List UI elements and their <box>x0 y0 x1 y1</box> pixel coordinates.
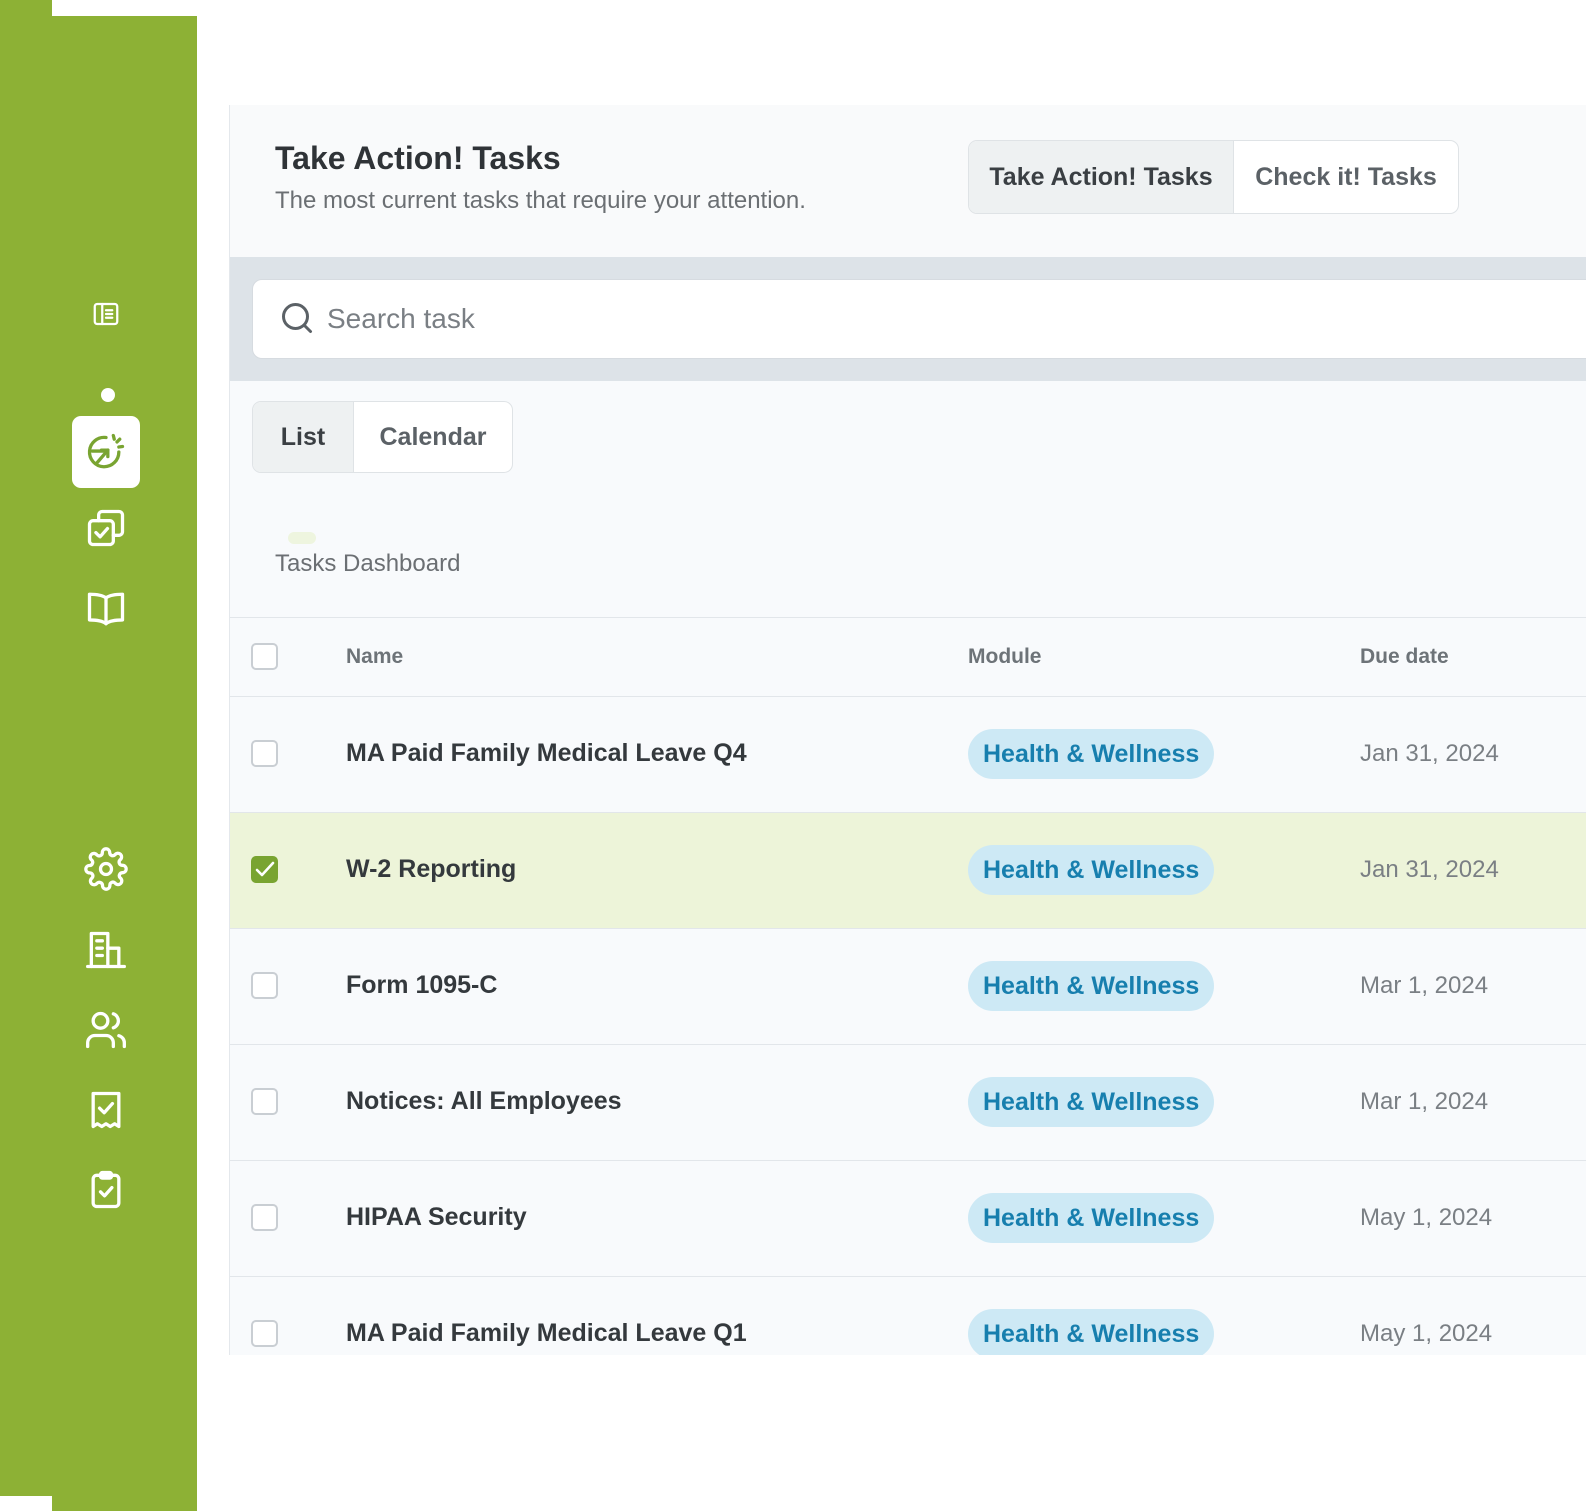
users-icon <box>86 1011 126 1049</box>
task-name: MA Paid Family Medical Leave Q4 <box>346 739 747 767</box>
tab-list[interactable]: List <box>253 402 353 472</box>
module-badge: Health & Wellness <box>968 1193 1215 1243</box>
table-header: Name Module Due date <box>230 617 1586 697</box>
task-type-switcher: Take Action! Tasks Check it! Tasks <box>968 140 1459 214</box>
table-row[interactable]: HIPAA Security Health & Wellness May 1, … <box>230 1161 1586 1277</box>
sidebar-notch <box>52 0 197 16</box>
row-checkbox[interactable] <box>251 972 278 999</box>
nav-take-action[interactable] <box>72 416 140 488</box>
search-box <box>252 279 1586 359</box>
due-date: Jan 31, 2024 <box>1360 856 1499 883</box>
nav-employees[interactable] <box>72 996 140 1064</box>
search-bar-area <box>230 257 1586 381</box>
column-header-name[interactable]: Name <box>346 645 403 669</box>
dashboard-label: Tasks Dashboard <box>275 550 461 577</box>
dashboard-pill <box>288 532 316 544</box>
due-date: May 1, 2024 <box>1360 1204 1493 1231</box>
due-date: May 1, 2024 <box>1360 1320 1493 1347</box>
module-badge: Health & Wellness <box>968 1077 1215 1127</box>
task-name: HIPAA Security <box>346 1203 527 1231</box>
search-icon <box>282 303 312 333</box>
table-row[interactable]: Form 1095-C Health & Wellness Mar 1, 202… <box>230 929 1586 1045</box>
column-header-due-date[interactable]: Due date <box>1360 645 1449 669</box>
nav-indicator-dot <box>101 388 115 402</box>
module-badge: Health & Wellness <box>968 1309 1215 1355</box>
due-date: Jan 31, 2024 <box>1360 740 1499 767</box>
table-row[interactable]: Notices: All Employees Health & Wellness… <box>230 1045 1586 1161</box>
select-all-checkbox[interactable] <box>251 643 278 670</box>
take-action-icon <box>87 433 125 469</box>
task-name: MA Paid Family Medical Leave Q1 <box>346 1319 747 1347</box>
document-list-icon <box>93 302 119 326</box>
book-icon <box>87 592 125 626</box>
table-row[interactable]: W-2 Reporting Health & Wellness Jan 31, … <box>230 813 1586 929</box>
due-date: Mar 1, 2024 <box>1360 972 1489 999</box>
sidebar-notch-bottom <box>0 1496 52 1511</box>
nav-library[interactable] <box>72 574 140 642</box>
page-title: Take Action! Tasks <box>275 140 561 176</box>
tab-calendar[interactable]: Calendar <box>353 402 512 472</box>
column-header-module[interactable]: Module <box>968 645 1042 669</box>
page-subtitle: The most current tasks that require your… <box>275 187 806 214</box>
building-icon <box>86 931 126 969</box>
sidebar <box>0 0 197 1511</box>
clipboard-check-icon <box>91 1170 121 1209</box>
nav-receipts[interactable] <box>72 1076 140 1144</box>
module-badge: Health & Wellness <box>968 961 1215 1011</box>
task-name: Notices: All Employees <box>346 1087 622 1115</box>
table-row[interactable]: MA Paid Family Medical Leave Q4 Health &… <box>230 697 1586 813</box>
view-switcher: List Calendar <box>252 401 513 473</box>
module-badge: Health & Wellness <box>968 845 1215 895</box>
nav-document-list[interactable] <box>72 280 140 348</box>
check-tasks-icon <box>87 509 125 547</box>
task-name: Form 1095-C <box>346 971 498 999</box>
receipt-check-icon <box>91 1091 121 1129</box>
main-panel: Take Action! Tasks The most current task… <box>229 105 1586 1355</box>
tab-check-it-tasks[interactable]: Check it! Tasks <box>1233 141 1458 213</box>
task-name: W-2 Reporting <box>346 855 517 883</box>
nav-settings[interactable] <box>72 835 140 903</box>
nav-check-tasks[interactable] <box>72 494 140 562</box>
row-checkbox[interactable] <box>251 856 278 883</box>
search-input[interactable] <box>325 294 1229 344</box>
due-date: Mar 1, 2024 <box>1360 1088 1489 1115</box>
gear-icon <box>84 847 128 891</box>
nav-checklists[interactable] <box>72 1156 140 1224</box>
page-header: Take Action! Tasks The most current task… <box>230 105 1586 257</box>
row-checkbox[interactable] <box>251 1088 278 1115</box>
row-checkbox[interactable] <box>251 740 278 767</box>
table-row[interactable]: MA Paid Family Medical Leave Q1 Health &… <box>230 1277 1586 1355</box>
row-checkbox[interactable] <box>251 1320 278 1347</box>
row-checkbox[interactable] <box>251 1204 278 1231</box>
tasks-table: Name Module Due date MA Paid Family Medi… <box>230 617 1586 1355</box>
module-badge: Health & Wellness <box>968 729 1215 779</box>
checkmark-icon <box>255 861 275 877</box>
tab-take-action-tasks[interactable]: Take Action! Tasks <box>969 141 1233 213</box>
nav-company[interactable] <box>72 916 140 984</box>
